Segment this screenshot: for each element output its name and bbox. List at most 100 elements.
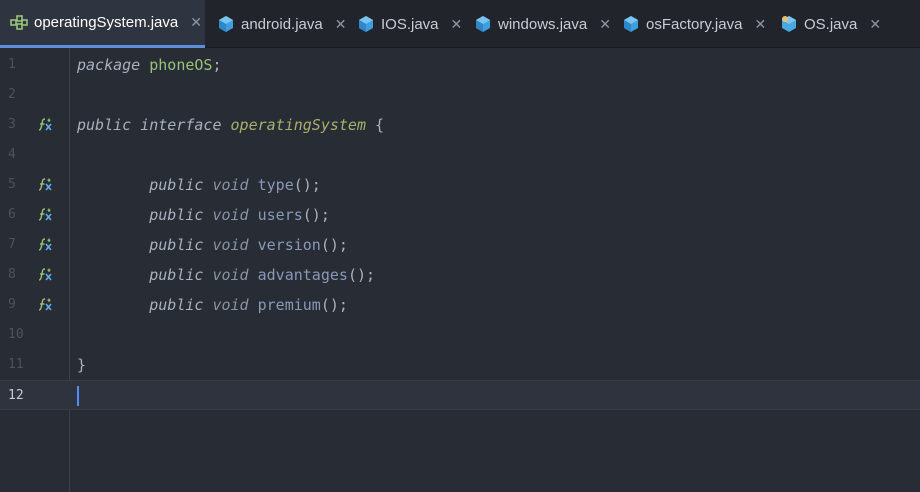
code-token: package xyxy=(77,56,141,74)
code-token: (); xyxy=(302,206,330,224)
code-token: advantages xyxy=(257,266,348,284)
code-line[interactable]: 1 package phoneOS; xyxy=(0,50,920,80)
close-icon[interactable]: ✕ xyxy=(190,14,202,31)
implemented-method-icon[interactable] xyxy=(37,178,53,192)
interface-icon xyxy=(10,14,28,32)
line-number: 4 xyxy=(8,147,16,162)
code-token: premium xyxy=(257,296,321,314)
tab-android-java[interactable]: android.java ✕ xyxy=(205,0,346,48)
line-number: 3 xyxy=(8,117,16,132)
code-text: package phoneOS; xyxy=(77,50,222,80)
code-token: public xyxy=(77,116,132,134)
code-token: void xyxy=(212,176,249,194)
close-icon[interactable]: ✕ xyxy=(451,16,463,33)
implemented-method-icon[interactable] xyxy=(37,208,53,222)
code-text: public void users(); xyxy=(77,200,330,230)
editor-tab-bar: operatingSystem.java ✕ android.java ✕ IOS.ja… xyxy=(0,0,920,48)
line-number: 10 xyxy=(8,327,24,342)
code-token: public xyxy=(149,266,204,284)
code-token: void xyxy=(212,236,249,254)
code-line[interactable]: 4 xyxy=(0,140,920,170)
implemented-method-icon[interactable] xyxy=(37,118,53,132)
code-editor[interactable]: 1 package phoneOS; 2 3 public interface oper… xyxy=(0,48,920,492)
close-icon[interactable]: ✕ xyxy=(869,16,881,33)
code-token: (); xyxy=(320,236,348,254)
tab-label: IOS.java xyxy=(381,15,439,33)
tab-label: android.java xyxy=(241,15,323,33)
tab-label: windows.java xyxy=(498,15,588,33)
line-number: 5 xyxy=(8,177,16,192)
code-token: (); xyxy=(320,296,348,314)
abstract-class-icon xyxy=(780,15,798,33)
tab-label: operatingSystem.java xyxy=(34,14,179,31)
line-number: 6 xyxy=(8,207,16,222)
code-token: public xyxy=(149,296,204,314)
line-number: 7 xyxy=(8,237,16,252)
code-token: operatingSystem xyxy=(230,116,366,134)
tab-label: osFactory.java xyxy=(646,15,743,33)
code-token: void xyxy=(212,266,249,284)
implemented-method-icon[interactable] xyxy=(37,268,53,282)
code-line[interactable]: 9 public void premium(); xyxy=(0,290,920,320)
line-number: 1 xyxy=(8,57,16,72)
code-text: } xyxy=(77,350,86,380)
code-line[interactable]: 12 xyxy=(0,380,920,410)
code-token: public xyxy=(149,236,204,254)
implemented-method-icon[interactable] xyxy=(37,238,53,252)
line-number: 8 xyxy=(8,267,16,282)
code-token: interface xyxy=(140,116,222,134)
code-token: version xyxy=(257,236,321,254)
tab-label: OS.java xyxy=(804,15,858,33)
code-text: public void premium(); xyxy=(77,290,348,320)
code-token: phoneOS xyxy=(149,56,213,74)
java-class-icon xyxy=(357,15,375,33)
code-text: public interface operatingSystem { xyxy=(77,110,384,140)
code-token: (); xyxy=(293,176,321,194)
code-token: users xyxy=(257,206,303,224)
code-token: public xyxy=(149,176,204,194)
code-line[interactable]: 6 public void users(); xyxy=(0,200,920,230)
code-text: public void version(); xyxy=(77,230,348,260)
java-class-icon xyxy=(217,15,235,33)
code-line[interactable]: 8 public void advantages(); xyxy=(0,260,920,290)
line-number: 12 xyxy=(8,388,24,403)
code-token: public xyxy=(149,206,204,224)
code-text: public void type(); xyxy=(77,170,321,200)
code-token: void xyxy=(212,296,249,314)
code-token: (); xyxy=(347,266,376,284)
close-icon[interactable]: ✕ xyxy=(754,16,766,33)
code-line[interactable]: 5 public void type(); xyxy=(0,170,920,200)
tab-osfactory-java[interactable]: osFactory.java ✕ xyxy=(610,0,768,48)
tab-os-java[interactable]: OS.java ✕ xyxy=(768,0,888,48)
code-line[interactable]: 2 xyxy=(0,80,920,110)
code-text: public void advantages(); xyxy=(77,260,375,290)
java-class-icon xyxy=(474,15,492,33)
java-class-icon xyxy=(622,15,640,33)
code-line[interactable]: 11} xyxy=(0,350,920,380)
code-line[interactable]: 10 xyxy=(0,320,920,350)
code-line[interactable]: 3 public interface operatingSystem { xyxy=(0,110,920,140)
code-token: void xyxy=(212,206,249,224)
tab-operatingsystem-java[interactable]: operatingSystem.java ✕ xyxy=(0,0,205,48)
text-caret xyxy=(77,386,79,406)
code-token: ; xyxy=(212,56,222,74)
tab-ios-java[interactable]: IOS.java ✕ xyxy=(345,0,462,48)
code-token: { xyxy=(366,116,385,134)
code-token: type xyxy=(257,176,294,194)
implemented-method-icon[interactable] xyxy=(37,298,53,312)
code-token: } xyxy=(77,356,87,374)
tab-windows-java[interactable]: windows.java ✕ xyxy=(462,0,611,48)
code-line[interactable]: 7 public void version(); xyxy=(0,230,920,260)
